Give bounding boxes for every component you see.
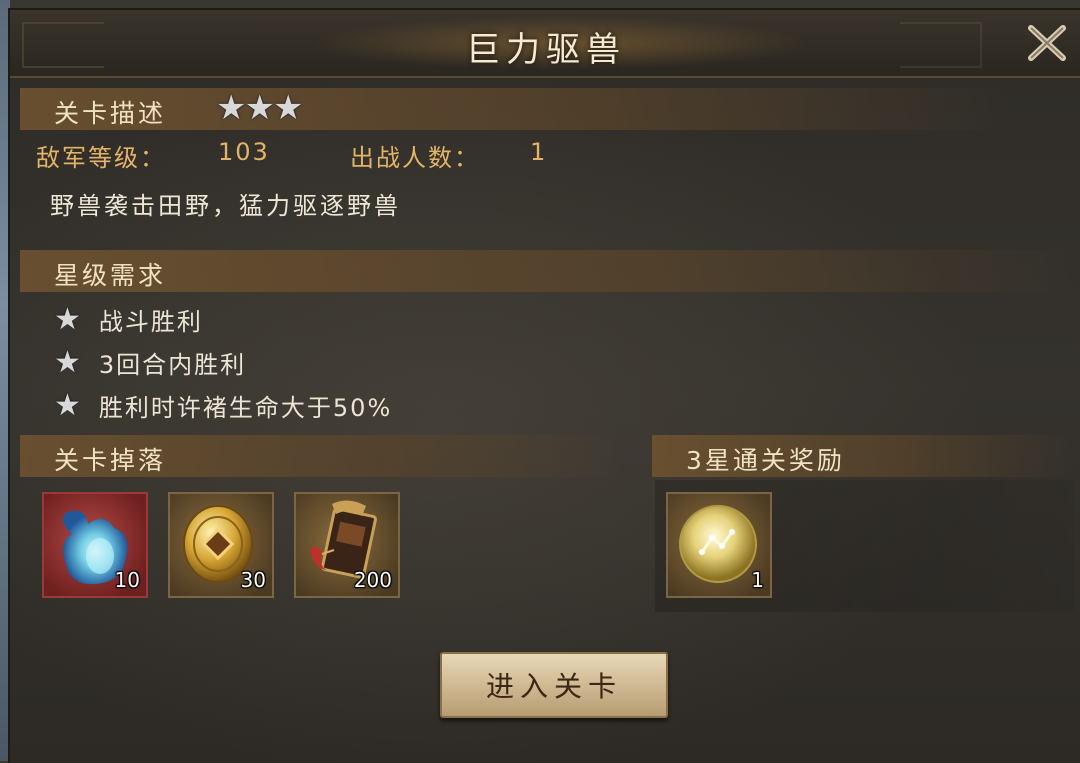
section-title-requirements: 星级需求: [54, 261, 167, 290]
difficulty-stars: ★★★: [216, 88, 303, 128]
dialog-title: 巨力驱兽: [466, 30, 626, 70]
section-bar-drops: 关卡掉落: [20, 435, 620, 477]
requirement-text: 3回合内胜利: [98, 351, 247, 379]
item-count: 10: [114, 568, 140, 592]
enemy-level-label: 敌军等级：: [36, 144, 166, 172]
section-bar-description: 关卡描述 ★★★: [20, 88, 1000, 130]
drop-item-gold-coin[interactable]: 30: [168, 492, 274, 598]
requirement-3: ★ 胜利时许褚生命大于50%: [54, 388, 392, 423]
close-button[interactable]: [1022, 20, 1072, 66]
star-icon: ★: [54, 345, 83, 380]
requirement-2: ★ 3回合内胜利: [54, 345, 246, 380]
section-title-reward: 3星通关奖励: [686, 446, 845, 475]
enter-stage-button[interactable]: 进入关卡: [440, 652, 668, 718]
item-count: 1: [751, 568, 764, 592]
close-x-icon: [1028, 25, 1066, 61]
stage-dialog: 巨力驱兽 关卡描述 ★★★ 敌军等级： 103 出战人数： 1 野兽袭击田野，猛…: [8, 8, 1080, 763]
section-title-drops: 关卡掉落: [54, 446, 167, 475]
stage-description-text: 野兽袭击田野，猛力驱逐野兽: [50, 192, 401, 220]
drop-item-blue-gem[interactable]: 10: [42, 492, 148, 598]
enemy-level-value: 103: [218, 138, 270, 166]
section-bar-requirements: 星级需求: [20, 250, 1070, 292]
item-count: 200: [353, 568, 392, 592]
troops-value: 1: [530, 138, 548, 166]
reward-item-golden-orb[interactable]: 1: [666, 492, 772, 598]
requirement-text: 胜利时许褚生命大于50%: [98, 394, 393, 422]
requirement-text: 战斗胜利: [98, 308, 203, 336]
section-bar-reward: 3星通关奖励: [652, 435, 1072, 477]
title-bar: 巨力驱兽: [10, 10, 1080, 78]
section-title-description: 关卡描述: [54, 99, 167, 128]
requirement-1: ★ 战斗胜利: [54, 302, 203, 337]
star-icon: ★: [54, 302, 83, 337]
troops-label: 出战人数：: [350, 144, 480, 172]
star-icon: ★: [54, 388, 83, 423]
drop-item-token[interactable]: 200: [294, 492, 400, 598]
item-count: 30: [240, 568, 266, 592]
